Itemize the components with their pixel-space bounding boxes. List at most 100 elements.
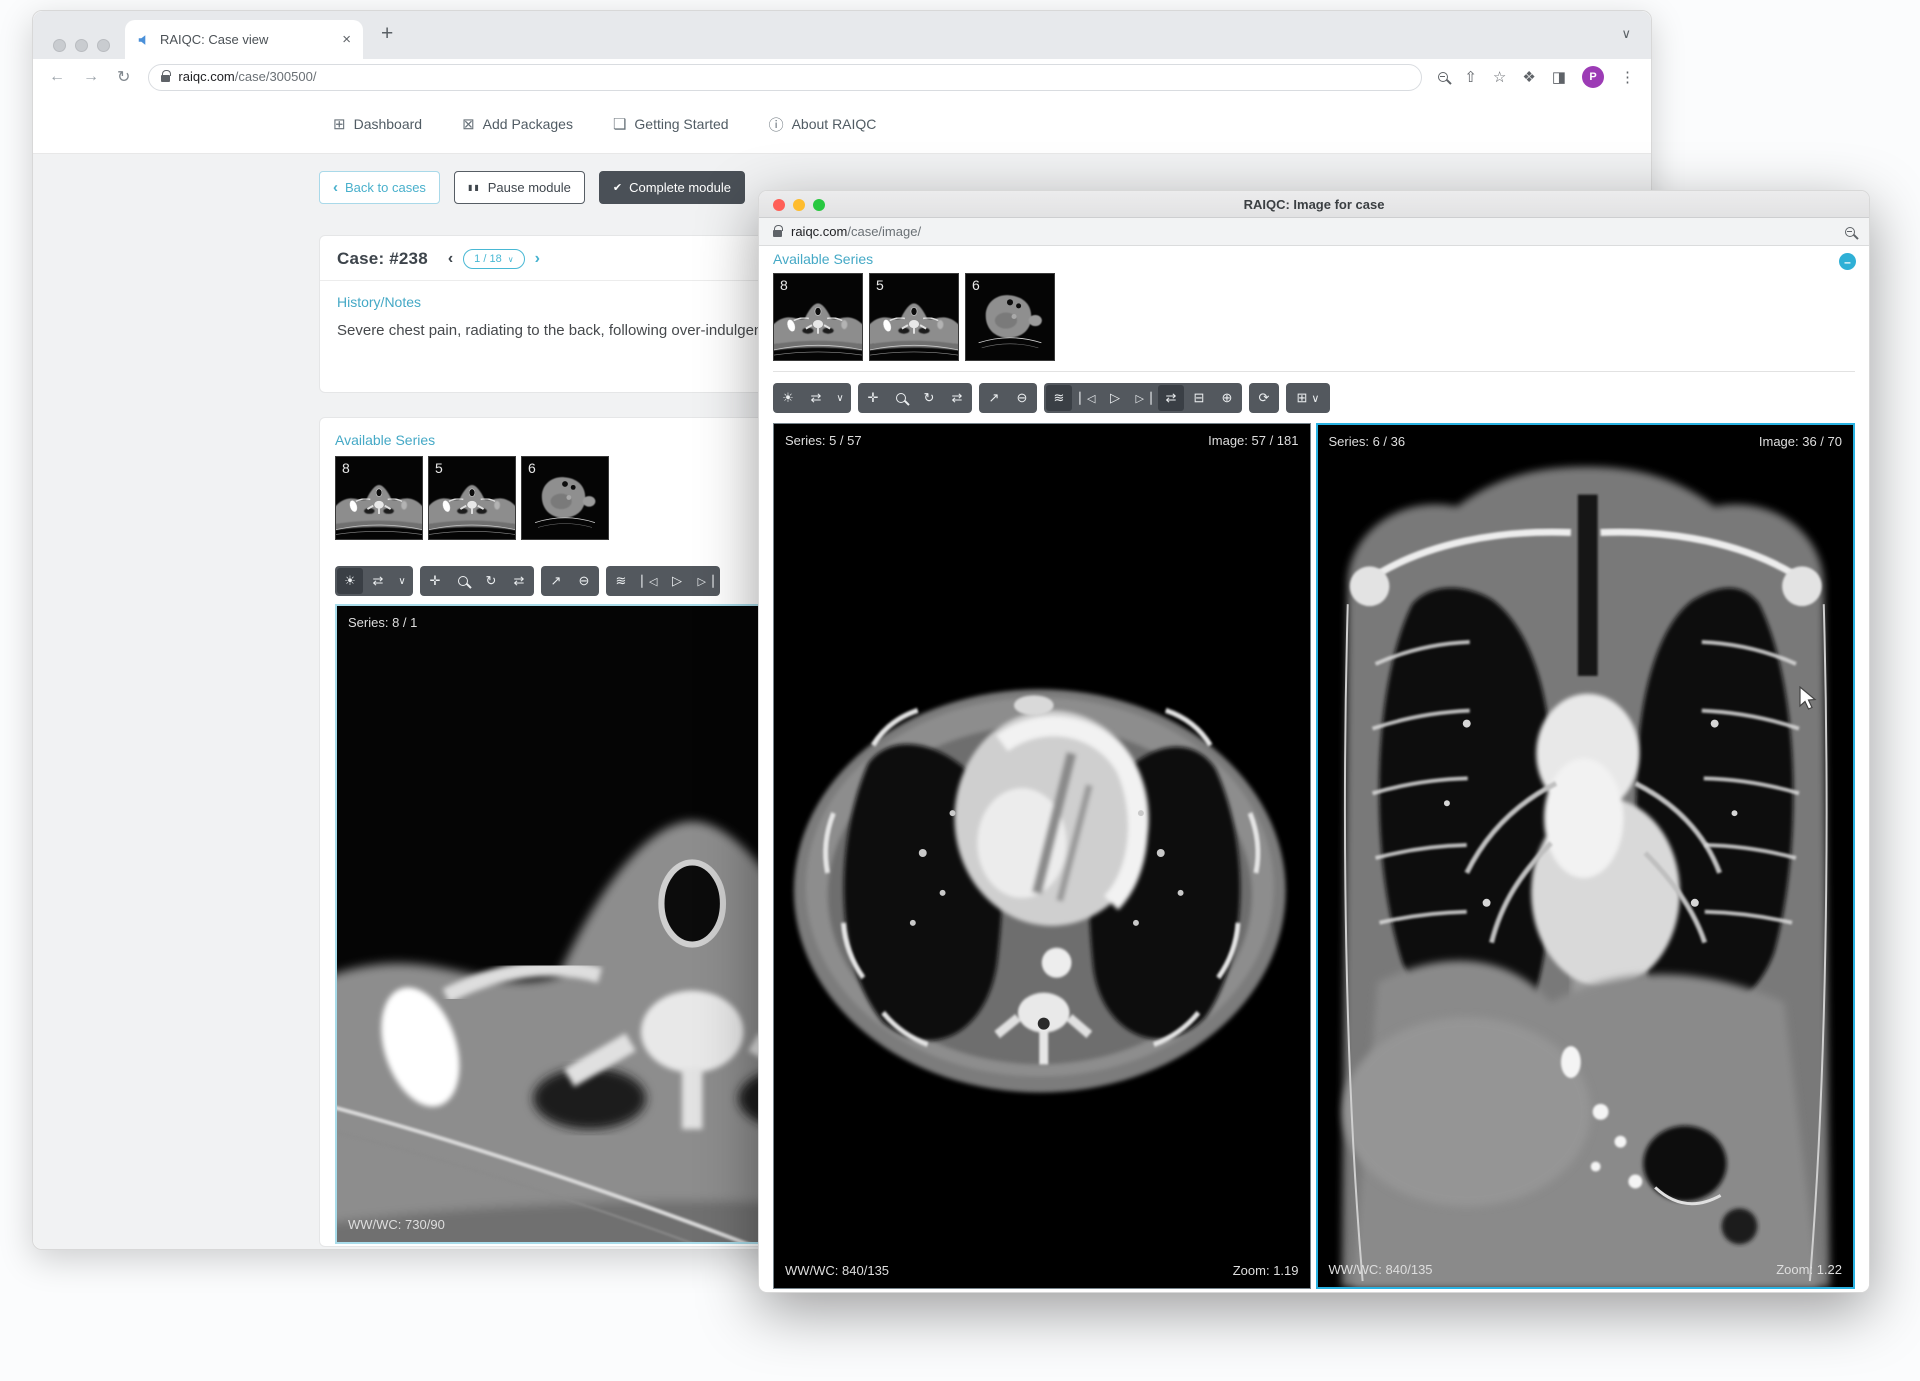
zoom-tool-button[interactable]: [450, 568, 476, 594]
share-icon[interactable]: ⇧: [1464, 68, 1477, 86]
complete-module-button[interactable]: ✔ Complete module: [599, 171, 745, 204]
browser-menu-icon[interactable]: ⋮: [1620, 68, 1635, 86]
reset-loop-button[interactable]: ⇄: [506, 568, 532, 594]
series-thumb-6[interactable]: 6: [521, 456, 609, 540]
rotate-icon: ↻: [924, 390, 935, 406]
window-controls[interactable]: [53, 39, 110, 52]
pause-module-button[interactable]: ▮▮ Pause module: [454, 171, 585, 204]
address-bar[interactable]: raiqc.com/case/300500/: [148, 64, 1422, 91]
close-window-button[interactable]: [53, 39, 66, 52]
display-options-button[interactable]: ∨: [831, 385, 849, 411]
side-panel-icon[interactable]: ◨: [1552, 68, 1566, 86]
popup-titlebar[interactable]: RAIQC: Image for case: [759, 191, 1869, 218]
pan-button[interactable]: ✛: [860, 385, 886, 411]
minimize-window-button[interactable]: [75, 39, 88, 52]
new-tab-button[interactable]: +: [381, 22, 393, 46]
case-pager-dropdown[interactable]: 1 / 18 ∨: [463, 249, 524, 269]
first-image-button[interactable]: ▏◁: [636, 568, 662, 594]
zoom-page-icon[interactable]: [1438, 72, 1448, 82]
pan-icon: ✛: [430, 573, 441, 589]
toolbar-group-display: ☀ ⇄ ∨: [335, 566, 413, 596]
zoom-window-button[interactable]: [813, 199, 825, 211]
reload-icon[interactable]: ↻: [117, 67, 130, 87]
loop-icon: ⇄: [952, 390, 963, 406]
zoom-tool-button[interactable]: [888, 385, 914, 411]
series-overlay-label: Series: 6 / 36: [1329, 434, 1406, 449]
nav-dashboard[interactable]: ⊞ Dashboard: [333, 115, 422, 133]
last-image-button[interactable]: ▷▕: [692, 568, 718, 594]
back-icon[interactable]: ←: [49, 68, 65, 86]
forward-icon[interactable]: →: [83, 68, 99, 86]
series-thumb-8[interactable]: 8: [335, 456, 423, 540]
package-icon: ⊠: [462, 115, 475, 133]
chevron-down-icon: ∨: [398, 576, 405, 587]
annotation-arrow-button[interactable]: ↗: [543, 568, 569, 594]
reset-loop-button[interactable]: ⇄: [944, 385, 970, 411]
target-icon: ⊕: [1222, 390, 1233, 406]
ct-viewport-series-5[interactable]: Series: 5 / 57 Image: 57 / 181 WW/WC: 84…: [773, 423, 1311, 1289]
zoom-page-icon[interactable]: [1845, 227, 1855, 237]
popup-window-controls[interactable]: [773, 199, 825, 211]
rotate-button[interactable]: ↻: [916, 385, 942, 411]
loop-icon: ⇄: [1166, 390, 1177, 406]
grid-icon: ⊞: [1297, 390, 1308, 406]
layers-button[interactable]: ≋: [608, 568, 634, 594]
image-overlay-label: Image: 57 / 181: [1208, 433, 1298, 448]
remove-annotation-button[interactable]: ⊖: [1009, 385, 1035, 411]
tab-close-icon[interactable]: ×: [342, 31, 351, 48]
toolbar-group-stack: ≋ ▏◁ ▷ ▷▕: [606, 566, 720, 596]
tab-title: RAIQC: Case view: [160, 32, 333, 47]
toolbar-group-layout: ⊞ ∨: [1286, 383, 1330, 413]
bookmark-star-icon[interactable]: ☆: [1493, 68, 1506, 86]
zoom-window-button[interactable]: [97, 39, 110, 52]
nav-about[interactable]: ⓘ About RAIQC: [769, 114, 877, 135]
prev-case-icon[interactable]: ‹: [448, 250, 453, 268]
profile-avatar[interactable]: P: [1582, 66, 1604, 88]
series-thumb-5[interactable]: 5: [428, 456, 516, 540]
cine-loop-button[interactable]: ⇄: [365, 568, 391, 594]
remove-annotation-button[interactable]: ⊖: [571, 568, 597, 594]
nav-getting-started[interactable]: ❏ Getting Started: [613, 115, 729, 133]
layers-button[interactable]: ≋: [1046, 385, 1072, 411]
cine-loop-button[interactable]: ⇄: [803, 385, 829, 411]
minimize-window-button[interactable]: [793, 199, 805, 211]
collapse-series-button[interactable]: –: [1839, 253, 1856, 270]
tab-strip: RAIQC: Case view × + ∨: [33, 11, 1651, 59]
brightness-button[interactable]: ☀: [775, 385, 801, 411]
brightness-button[interactable]: ☀: [337, 568, 363, 594]
available-series-heading: Available Series: [773, 251, 873, 267]
refresh-button[interactable]: ⟳: [1251, 385, 1277, 411]
rotate-button[interactable]: ↻: [478, 568, 504, 594]
localizer-button[interactable]: ⊕: [1214, 385, 1240, 411]
last-image-button[interactable]: ▷▕: [1130, 385, 1156, 411]
browser-tab[interactable]: RAIQC: Case view ×: [125, 20, 363, 59]
wwwc-presets-button[interactable]: ⊟: [1186, 385, 1212, 411]
pan-icon: ✛: [868, 390, 879, 406]
wwwc-card-icon: ⊟: [1194, 390, 1205, 406]
popup-address-bar[interactable]: raiqc.com/case/image/: [759, 218, 1869, 246]
back-to-cases-button[interactable]: ‹ Back to cases: [319, 171, 440, 204]
series-thumb-6[interactable]: 6: [965, 273, 1055, 361]
image-for-case-window: RAIQC: Image for case raiqc.com/case/ima…: [758, 190, 1870, 1293]
wwwc-overlay-label: WW/WC: 840/135: [1329, 1262, 1433, 1277]
annotation-arrow-button[interactable]: ↗: [981, 385, 1007, 411]
display-options-button[interactable]: ∨: [393, 568, 411, 594]
extensions-icon[interactable]: ❖: [1522, 68, 1535, 86]
ct-viewport-series-6[interactable]: Series: 6 / 36 Image: 36 / 70 WW/WC: 840…: [1316, 423, 1856, 1289]
first-image-button[interactable]: ▏◁: [1074, 385, 1100, 411]
play-button[interactable]: ▷: [664, 568, 690, 594]
layout-grid-button[interactable]: ⊞ ∨: [1288, 385, 1328, 411]
toolbar-group-annotate: ↗ ⊖: [541, 566, 599, 596]
sync-loop-button[interactable]: ⇄: [1158, 385, 1184, 411]
play-icon: ▷: [1110, 390, 1120, 406]
nav-add-packages[interactable]: ⊠ Add Packages: [462, 115, 573, 133]
tab-overflow-icon[interactable]: ∨: [1621, 26, 1631, 42]
close-window-button[interactable]: [773, 199, 785, 211]
next-case-icon[interactable]: ›: [535, 250, 540, 268]
pan-button[interactable]: ✛: [422, 568, 448, 594]
series-thumb-8[interactable]: 8: [773, 273, 863, 361]
play-button[interactable]: ▷: [1102, 385, 1128, 411]
chevron-down-icon: ∨: [1311, 392, 1319, 405]
series-thumb-5[interactable]: 5: [869, 273, 959, 361]
toolbar-group-display: ☀ ⇄ ∨: [773, 383, 851, 413]
